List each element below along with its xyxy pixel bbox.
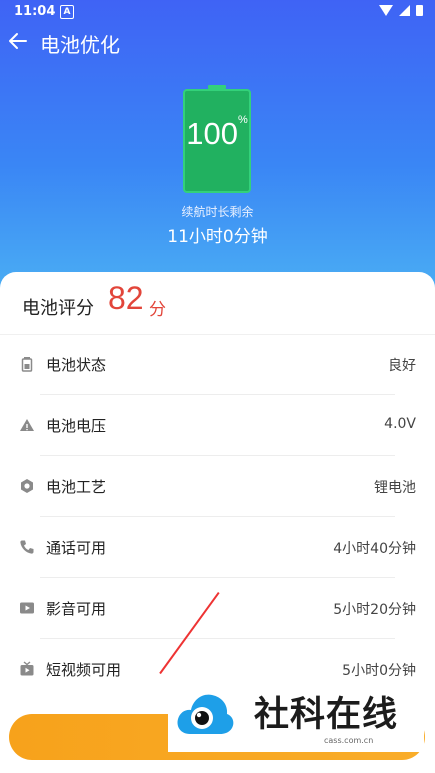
list-item-media-time: 影音可用 5小时20分钟 [0,578,435,639]
list-item-call-time: 通话可用 4小时40分钟 [0,517,435,578]
row-value: 4小时40分钟 [333,541,416,557]
status-icons [379,5,423,16]
score-label: 电池评分 [22,298,94,319]
score-value: 82 [108,280,144,316]
list-item-battery-technology: 电池工艺 锂电池 [0,456,435,517]
battery-percent: 100% [183,114,251,152]
watermark-text: 社科在线 [254,695,399,735]
row-value: 良好 [388,358,416,374]
bottom-edge [0,767,435,773]
app-bar: 电池优化 [0,26,435,60]
cloud-logo-icon [174,688,236,740]
battery-icon [19,356,35,372]
endurance-value: 11小时0分钟 [167,227,268,247]
short-video-icon [19,661,35,677]
status-bar: 11:04 A [0,0,435,24]
score-row: 电池评分 82 分 [0,272,435,335]
row-label: 电池工艺 [46,478,107,496]
page-title: 电池优化 [40,33,120,57]
row-label: 电池状态 [46,356,107,374]
signal-icon [399,5,410,16]
battery-percent-value: 100 [186,116,238,151]
watermark-url: cass.com.cn [324,736,374,745]
warning-icon [19,417,35,433]
battery-graphic: 100% [183,85,251,193]
phone-icon [19,539,35,555]
notification-icon: A [60,5,74,19]
row-value: 锂电池 [374,480,416,496]
play-icon [19,600,35,616]
wifi-icon [379,5,393,16]
row-label: 电池电压 [46,417,107,435]
status-battery-icon [416,5,423,16]
row-value: 4.0V [384,416,416,432]
row-label: 影音可用 [46,600,107,618]
arrow-left-icon[interactable] [6,28,30,54]
score-unit: 分 [149,300,166,320]
row-label: 通话可用 [46,539,107,557]
list-item-battery-voltage: 电池电压 4.0V [0,395,435,456]
row-value: 5小时20分钟 [333,602,416,618]
row-label: 短视频可用 [46,661,122,679]
list-item-battery-status: 电池状态 良好 [0,334,435,395]
endurance-label: 续航时长剩余 [181,205,254,219]
row-value: 5小时0分钟 [342,663,416,679]
watermark: 社科在线 cass.com.cn [168,682,424,752]
hexagon-icon [19,478,35,494]
battery-percent-sign: % [237,114,248,126]
status-time: 11:04 [14,4,56,19]
